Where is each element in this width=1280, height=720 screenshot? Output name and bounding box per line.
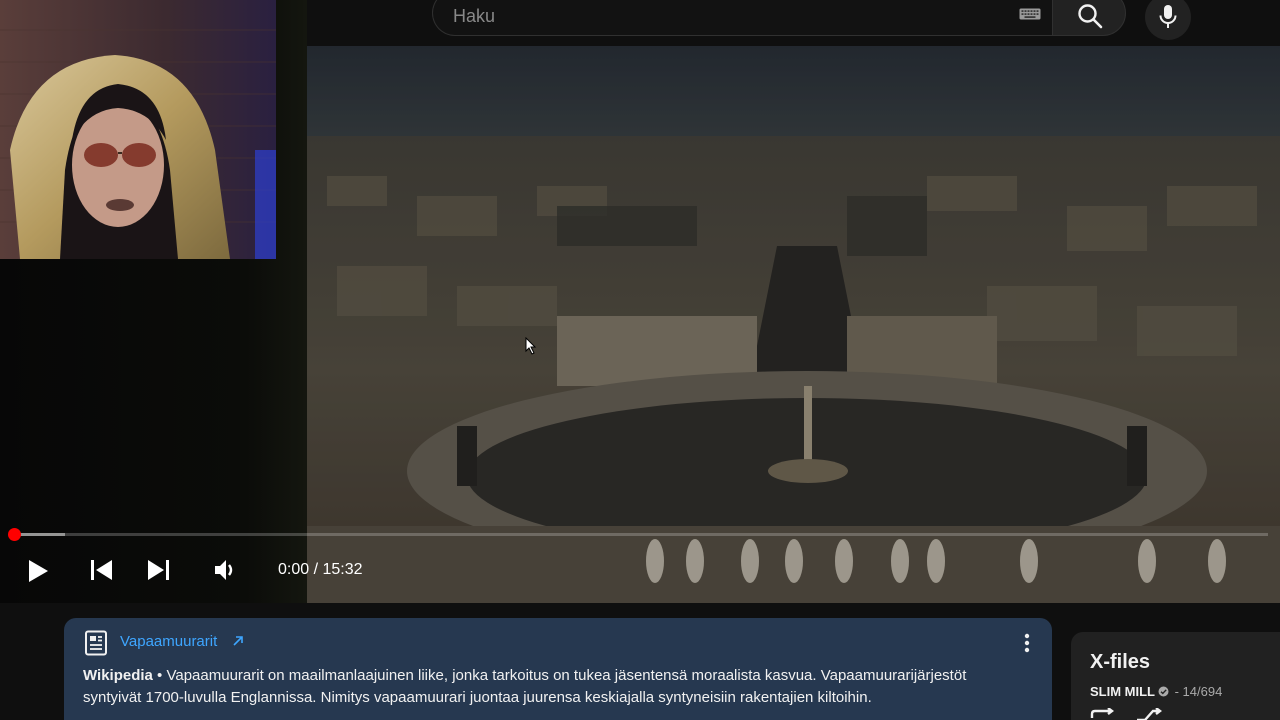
article-icon	[85, 630, 107, 656]
time-display: 0:00 / 15:32	[278, 561, 363, 579]
time-separator: /	[309, 561, 323, 578]
video-frame[interactable]	[307, 46, 1280, 603]
search-box[interactable]	[432, 0, 1052, 36]
playlist-position: - 14/694	[1171, 684, 1223, 699]
playlist-title[interactable]: X-files	[1090, 651, 1150, 674]
progress-scrubber-handle[interactable]	[8, 528, 21, 541]
duration: 15:32	[322, 561, 363, 578]
search-icon	[1078, 4, 1103, 29]
youtube-watch-page: 0:00 / 15:32 Vapaamuurarit Wikipedia • V…	[0, 0, 1280, 720]
shuffle-icon[interactable]	[1135, 708, 1163, 720]
playlist-meta: SLIM MILL - 14/694	[1090, 684, 1222, 699]
info-card-body: Vapaamuurarit on maailmanlaajuinen liike…	[83, 667, 967, 706]
vapaamuurarit-link[interactable]: Vapaamuurarit	[120, 633, 217, 650]
voice-search-button[interactable]	[1145, 0, 1191, 40]
video-thumbnail-aerial-square	[307, 46, 1280, 603]
webcam-presenter-image	[0, 0, 276, 259]
playlist-channel[interactable]: SLIM MILL	[1090, 684, 1155, 699]
external-link-arrow-icon[interactable]	[232, 635, 244, 647]
mouse-cursor-icon	[525, 337, 537, 355]
play-icon[interactable]	[27, 559, 49, 583]
left-dark-panel	[0, 0, 307, 603]
search-input[interactable]	[451, 1, 995, 31]
progress-bar[interactable]	[15, 533, 1268, 536]
webcam-overlay	[0, 0, 276, 259]
verified-badge-icon	[1158, 686, 1169, 697]
volume-icon[interactable]	[212, 557, 238, 583]
search-button[interactable]	[1052, 0, 1126, 36]
loop-icon[interactable]	[1089, 708, 1117, 720]
info-panel-card: Vapaamuurarit Wikipedia • Vapaamuurarit …	[64, 618, 1052, 720]
info-card-bullet: •	[152, 667, 167, 684]
info-card-description: Wikipedia • Vapaamuurarit on maailmanlaa…	[83, 665, 1023, 709]
more-options-icon[interactable]	[1022, 632, 1032, 654]
next-icon[interactable]	[146, 559, 170, 581]
progress-buffered	[15, 533, 66, 536]
info-card-source: Wikipedia	[83, 667, 153, 684]
current-time: 0:00	[278, 561, 310, 578]
microphone-icon	[1159, 5, 1177, 28]
keyboard-icon[interactable]	[1019, 8, 1041, 20]
playlist-panel: X-files SLIM MILL - 14/694	[1071, 632, 1280, 720]
previous-icon[interactable]	[90, 559, 114, 581]
